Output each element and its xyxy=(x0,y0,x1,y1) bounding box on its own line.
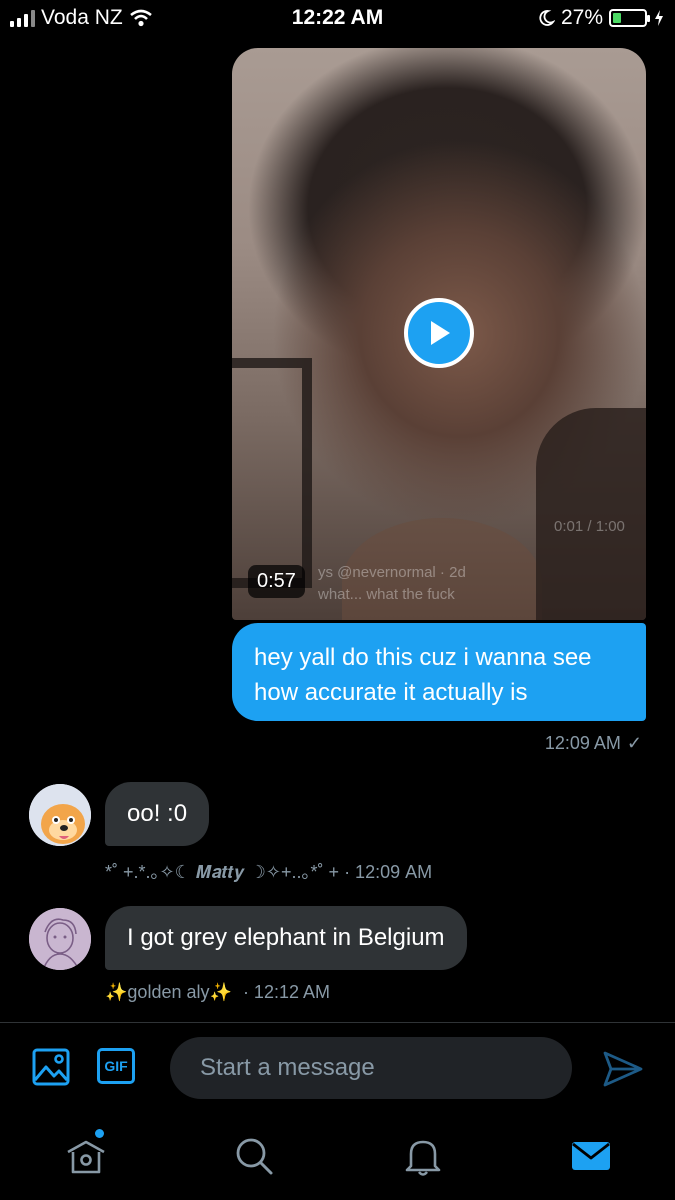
status-right: 27% xyxy=(537,6,665,30)
charging-icon xyxy=(655,10,663,26)
notifications-icon[interactable] xyxy=(401,1134,445,1178)
home-icon[interactable] xyxy=(64,1134,108,1178)
avatar[interactable] xyxy=(29,908,91,970)
video-ghost-time: 0:01 / 1:00 xyxy=(554,518,625,535)
video-message[interactable]: 0:01 / 1:00 ys @nevernormal · 2d what...… xyxy=(232,48,646,620)
tab-bar xyxy=(0,1112,675,1200)
moon-icon xyxy=(539,10,555,26)
video-ghost-text: what... what the fuck xyxy=(318,586,455,603)
video-ghost-user: ys @nevernormal · 2d xyxy=(318,564,466,581)
send-icon[interactable] xyxy=(601,1047,645,1091)
image-icon[interactable] xyxy=(31,1047,71,1087)
incoming-message-meta: *˚ +.*.｡✧☾ 𝑴𝒂𝒕𝒕𝒚 ☽✧+..｡*˚ + · 12:09 AM xyxy=(105,858,432,884)
message-composer: GIF xyxy=(0,1022,675,1113)
messages-icon[interactable] xyxy=(569,1134,613,1178)
incoming-message-bubble[interactable]: oo! :0 xyxy=(105,782,210,846)
play-button[interactable] xyxy=(404,298,474,368)
sparkle-icon: ✨ xyxy=(105,982,128,1002)
sender-name[interactable]: *˚ +.*.｡✧☾ 𝑴𝒂𝒕𝒕𝒚 ☽✧+..｡*˚ + xyxy=(105,862,339,882)
video-frame-decor xyxy=(232,358,312,588)
search-icon[interactable] xyxy=(232,1134,276,1178)
incoming-message-time: · 12:09 AM xyxy=(344,862,433,882)
video-shoulder-decor xyxy=(536,408,646,620)
incoming-message-bubble[interactable]: I got grey elephant in Belgium xyxy=(105,906,467,970)
gif-button[interactable]: GIF xyxy=(97,1048,135,1084)
battery-icon xyxy=(609,9,650,27)
outgoing-message-meta: 12:09 AM ✓ xyxy=(545,733,642,754)
sparkle-icon: ✨ xyxy=(209,982,232,1002)
checkmark-icon: ✓ xyxy=(626,733,642,753)
incoming-message-time: · 12:12 AM xyxy=(242,982,330,1002)
avatar[interactable] xyxy=(29,784,91,846)
notification-dot xyxy=(95,1129,104,1138)
outgoing-message-time: 12:09 AM xyxy=(544,733,621,753)
incoming-message-meta: ✨golden aly✨ · 12:12 AM xyxy=(105,982,330,1003)
video-duration: 0:57 xyxy=(248,565,305,598)
status-bar: Voda NZ 12:22 AM 27% xyxy=(0,0,675,38)
avatar-dog-image xyxy=(29,784,91,846)
outgoing-message-bubble[interactable]: hey yall do this cuz i wanna see how acc… xyxy=(232,623,646,721)
sender-name[interactable]: golden aly xyxy=(127,982,209,1002)
avatar-sketch-image xyxy=(29,908,91,970)
message-input[interactable] xyxy=(170,1037,572,1099)
play-icon xyxy=(431,321,450,345)
battery-percent: 27% xyxy=(560,6,603,29)
